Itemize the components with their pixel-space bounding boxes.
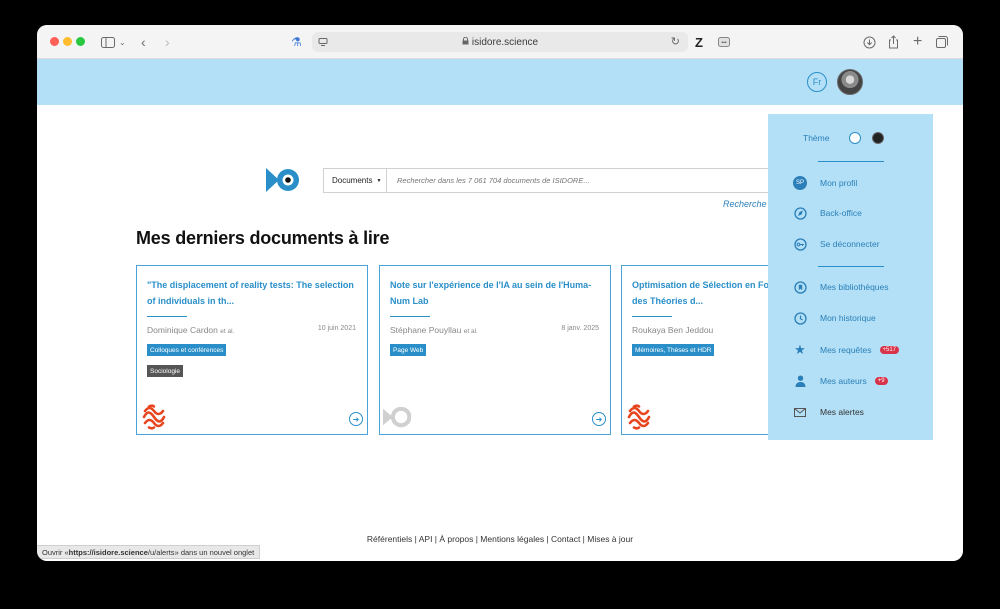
menu-item-label: Mon profil (820, 178, 858, 188)
menu-item-back-office[interactable]: Back-office (793, 205, 862, 221)
card-title[interactable]: "The displacement of reality tests: The … (147, 278, 363, 309)
author-name: Dominique Cardon (147, 325, 218, 335)
menu-item-logout[interactable]: Se déconnecter (793, 236, 880, 252)
close-window-button[interactable] (50, 37, 59, 46)
person-icon (793, 374, 807, 388)
source-logo-icon (140, 403, 168, 431)
type-tag[interactable]: Mémoires, Thèses et HDR (632, 344, 715, 356)
user-avatar[interactable] (837, 69, 863, 95)
menu-item-label: Mon historique (820, 313, 876, 323)
sidebar-toggle-icon[interactable] (99, 33, 117, 51)
card-divider (390, 316, 430, 317)
author-name: Stéphane Pouyllau (390, 325, 462, 335)
tab-overview-icon[interactable] (936, 33, 948, 51)
new-tab-icon[interactable]: + (913, 33, 922, 51)
menu-item-label: Mes bibliothèques (820, 282, 889, 292)
share-icon[interactable] (888, 33, 899, 51)
advanced-search-link[interactable]: Recherche (723, 199, 767, 209)
menu-divider (818, 161, 884, 162)
zoom-window-button[interactable] (76, 37, 85, 46)
search-type-label: Documents (332, 176, 373, 185)
card-author: Stéphane Pouyllau et al. (390, 325, 478, 335)
et-al-label: et al. (220, 328, 235, 335)
sp-avatar-icon: SP (793, 176, 807, 190)
search-input[interactable] (387, 169, 782, 192)
sp-initials: SP (793, 176, 807, 190)
key-icon (793, 237, 807, 251)
search-bar: Documents ▼ (323, 168, 783, 193)
caret-down-icon: ▼ (376, 177, 382, 184)
theme-light-toggle[interactable] (849, 132, 861, 144)
minimize-window-button[interactable] (63, 37, 72, 46)
star-icon: ★ (794, 342, 806, 357)
menu-item-queries[interactable]: ★ Mes requêtes +517 (793, 342, 900, 358)
card-author: Dominique Cardon et al. (147, 325, 234, 335)
arrow-right-icon[interactable]: ➜ (349, 412, 363, 426)
source-logo-icon (625, 403, 653, 431)
clock-icon (793, 311, 807, 325)
search-type-select[interactable]: Documents ▼ (324, 169, 387, 192)
bookmark-icon (793, 280, 807, 294)
menu-divider (818, 266, 884, 267)
menu-item-profile[interactable]: SP Mon profil (793, 175, 857, 191)
page-settings-icon[interactable] (318, 37, 328, 50)
extension-icon[interactable]: ••• (718, 33, 730, 51)
document-card[interactable]: Note sur l'expérience de l'IA au sein de… (379, 265, 611, 435)
card-date: 8 janv. 2025 (561, 325, 599, 332)
compass-icon (793, 206, 807, 220)
author-name: Roukaya Ben Jeddou (632, 325, 714, 335)
chevron-down-icon[interactable]: ⌄ (119, 33, 126, 51)
zotero-extension-icon[interactable]: Z (695, 33, 703, 51)
type-tag[interactable]: Page Web (390, 344, 427, 356)
menu-item-label: Se déconnecter (820, 239, 880, 249)
menu-item-label: Mes requêtes (820, 345, 872, 355)
status-bar: Ouvrir « https://isidore.science/u/alert… (37, 545, 261, 559)
discipline-tag[interactable]: Sociologie (147, 365, 183, 377)
menu-item-authors[interactable]: Mes auteurs +9 (793, 373, 888, 389)
isidore-logo[interactable] (266, 166, 300, 194)
isidore-logo-icon (383, 403, 412, 431)
menu-item-label: Mes alertes (820, 407, 864, 417)
card-author: Roukaya Ben Jeddou (632, 325, 713, 335)
arrow-right-icon[interactable]: ➜ (592, 412, 606, 426)
svg-text:•••: ••• (721, 40, 727, 46)
status-prefix: Ouvrir « (42, 547, 69, 557)
document-card[interactable]: "The displacement of reality tests: The … (136, 265, 368, 435)
browser-window: ⌄ ‹ › ⚗ isidore.science ↻ Z ••• + Fr Doc… (37, 25, 963, 561)
status-link: https://isidore.science (68, 547, 148, 557)
et-al-label: et al. (463, 328, 478, 335)
browser-toolbar: ⌄ ‹ › ⚗ isidore.science ↻ Z ••• + (37, 25, 963, 59)
card-divider (632, 316, 672, 317)
envelope-icon (793, 405, 807, 419)
url-text: isidore.science (471, 36, 539, 48)
download-icon[interactable] (863, 33, 876, 51)
card-title[interactable]: Note sur l'expérience de l'IA au sein de… (390, 278, 606, 309)
menu-item-label: Mes auteurs (820, 376, 867, 386)
flask-icon[interactable]: ⚗ (291, 33, 302, 51)
status-suffix: » dans un nouvel onglet (174, 547, 255, 557)
language-button[interactable]: Fr (807, 72, 827, 92)
user-menu: Thème SP Mon profil Back-office Se décon… (768, 114, 933, 440)
section-title: Mes derniers documents à lire (136, 228, 390, 248)
type-tag[interactable]: Colloques et conférences (147, 344, 227, 356)
back-arrow-icon[interactable]: ‹ (141, 33, 146, 51)
queries-badge: +517 (879, 346, 900, 354)
menu-item-alerts[interactable]: Mes alertes (793, 404, 864, 420)
address-bar[interactable]: isidore.science ↻ (312, 32, 688, 52)
theme-label: Thème (803, 133, 830, 143)
menu-item-history[interactable]: Mon historique (793, 310, 876, 326)
status-path: /u/alerts (147, 547, 175, 557)
reload-icon[interactable]: ↻ (671, 35, 680, 48)
footer-links[interactable]: Référentiels | API | À propos | Mentions… (37, 534, 963, 544)
authors-badge: +9 (874, 377, 888, 385)
lock-icon (462, 36, 469, 47)
menu-item-libraries[interactable]: Mes bibliothèques (793, 279, 889, 295)
card-divider (147, 316, 187, 317)
menu-item-label: Back-office (820, 208, 862, 218)
theme-dark-toggle[interactable] (872, 132, 884, 144)
card-date: 10 juin 2021 (317, 325, 356, 332)
forward-arrow-icon[interactable]: › (165, 33, 170, 51)
